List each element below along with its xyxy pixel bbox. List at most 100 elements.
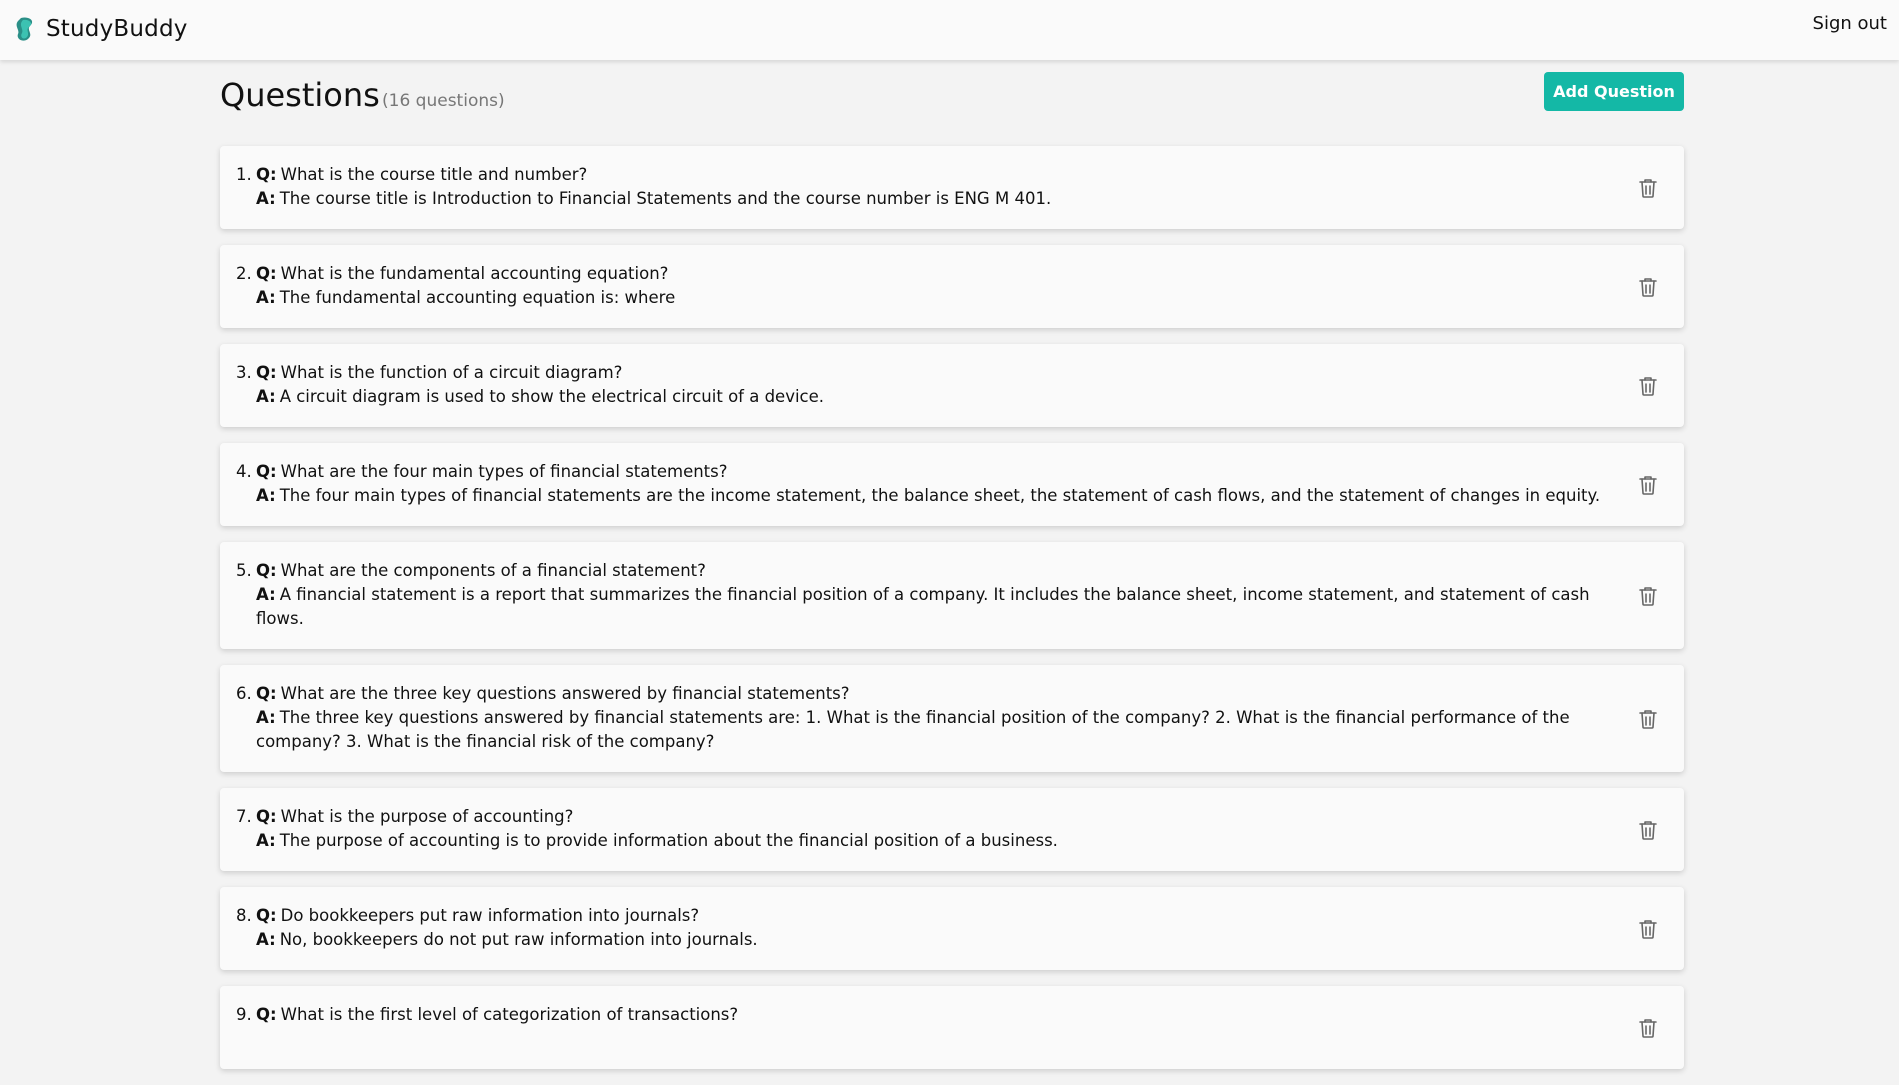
question-card: 4. Q: What are the four main types of fin… bbox=[220, 443, 1684, 526]
question-card: 2. Q: What is the fundamental accounting … bbox=[220, 245, 1684, 328]
answer-label: A: bbox=[256, 189, 276, 208]
question-card: 8. Q: Do bookkeepers put raw information … bbox=[220, 887, 1684, 970]
qa-content: Q: What are the three key questions answe… bbox=[256, 682, 1604, 754]
question-label: Q: bbox=[256, 165, 277, 184]
page-header: Questions (16 questions) Add Question bbox=[220, 60, 1684, 146]
question-number: 6. bbox=[236, 684, 252, 703]
question-line: Q: Do bookkeepers put raw information int… bbox=[256, 904, 1604, 928]
top-navbar: StudyBuddy Sign out bbox=[0, 0, 1899, 60]
answer-line: A: The purpose of accounting is to provid… bbox=[256, 829, 1604, 853]
question-card: 6. Q: What are the three key questions an… bbox=[220, 665, 1684, 772]
qa-content: Q: What is the fundamental accounting equ… bbox=[256, 262, 1604, 310]
question-label: Q: bbox=[256, 363, 277, 382]
question-row: 3. Q: What is the function of a circuit d… bbox=[236, 361, 1604, 409]
question-list: 1. Q: What is the course title and number… bbox=[220, 146, 1684, 1069]
question-number: 2. bbox=[236, 264, 252, 283]
answer-label: A: bbox=[256, 930, 276, 949]
answer-line: A: A financial statement is a report that… bbox=[256, 583, 1604, 631]
question-text: What is the purpose of accounting? bbox=[280, 807, 574, 826]
question-text: What are the three key questions answere… bbox=[280, 684, 850, 703]
qa-content: Q: What is the first level of categorizat… bbox=[256, 1003, 1604, 1051]
answer-label: A: bbox=[256, 708, 276, 727]
question-count: (16 questions) bbox=[382, 91, 505, 111]
question-line: Q: What is the course title and number? bbox=[256, 163, 1604, 187]
qa-content: Q: What are the components of a financial… bbox=[256, 559, 1604, 631]
brand-home-link[interactable]: StudyBuddy bbox=[14, 14, 188, 44]
question-line: Q: What are the three key questions answe… bbox=[256, 682, 1604, 706]
answer-text: The three key questions answered by fina… bbox=[256, 708, 1570, 751]
answer-line: A: A circuit diagram is used to show the … bbox=[256, 385, 1604, 409]
qa-content: Q: What is the course title and number? A… bbox=[256, 163, 1604, 211]
answer-label: A: bbox=[256, 288, 276, 307]
answer-label: A: bbox=[256, 387, 276, 406]
question-row: 2. Q: What is the fundamental accounting … bbox=[236, 262, 1604, 310]
question-row: 8. Q: Do bookkeepers put raw information … bbox=[236, 904, 1604, 952]
question-line: Q: What is the first level of categorizat… bbox=[256, 1003, 1604, 1027]
question-card: 3. Q: What is the function of a circuit d… bbox=[220, 344, 1684, 427]
answer-text: A circuit diagram is used to show the el… bbox=[279, 387, 825, 406]
question-number: 5. bbox=[236, 561, 252, 580]
question-text: What are the components of a financial s… bbox=[280, 561, 706, 580]
question-text: What is the fundamental accounting equat… bbox=[280, 264, 669, 283]
qa-content: Q: What is the function of a circuit diag… bbox=[256, 361, 1604, 409]
question-number: 3. bbox=[236, 363, 252, 382]
trash-icon[interactable] bbox=[1636, 473, 1660, 497]
answer-line: A: No, bookkeepers do not put raw informa… bbox=[256, 928, 1604, 952]
trash-icon[interactable] bbox=[1636, 1016, 1660, 1040]
trash-icon[interactable] bbox=[1636, 818, 1660, 842]
question-line: Q: What are the components of a financial… bbox=[256, 559, 1604, 583]
question-row: 9. Q: What is the first level of categori… bbox=[236, 1003, 1604, 1051]
answer-text: The purpose of accounting is to provide … bbox=[279, 831, 1058, 850]
question-line: Q: What is the purpose of accounting? bbox=[256, 805, 1604, 829]
question-number: 1. bbox=[236, 165, 252, 184]
page-title: Questions bbox=[220, 76, 380, 114]
question-row: 7. Q: What is the purpose of accounting? … bbox=[236, 805, 1604, 853]
question-label: Q: bbox=[256, 684, 277, 703]
question-number: 7. bbox=[236, 807, 252, 826]
question-row: 1. Q: What is the course title and number… bbox=[236, 163, 1604, 211]
question-label: Q: bbox=[256, 906, 277, 925]
add-question-button[interactable]: Add Question bbox=[1544, 72, 1684, 111]
question-row: 4. Q: What are the four main types of fin… bbox=[236, 460, 1604, 508]
question-label: Q: bbox=[256, 264, 277, 283]
question-card: 1. Q: What is the course title and number… bbox=[220, 146, 1684, 229]
answer-line: A: The fundamental accounting equation is… bbox=[256, 286, 1604, 310]
question-card: 5. Q: What are the components of a financ… bbox=[220, 542, 1684, 649]
trash-icon[interactable] bbox=[1636, 917, 1660, 941]
qa-content: Q: What are the four main types of financ… bbox=[256, 460, 1604, 508]
answer-text: The course title is Introduction to Fina… bbox=[279, 189, 1052, 208]
answer-line: A: The course title is Introduction to Fi… bbox=[256, 187, 1604, 211]
answer-text: The four main types of financial stateme… bbox=[279, 486, 1601, 505]
trash-icon[interactable] bbox=[1636, 275, 1660, 299]
question-number: 8. bbox=[236, 906, 252, 925]
brand-name: StudyBuddy bbox=[46, 16, 188, 42]
question-label: Q: bbox=[256, 1005, 277, 1024]
question-text: What is the function of a circuit diagra… bbox=[280, 363, 623, 382]
question-label: Q: bbox=[256, 807, 277, 826]
sign-out-link[interactable]: Sign out bbox=[1813, 13, 1887, 34]
question-number: 4. bbox=[236, 462, 252, 481]
question-row: 6. Q: What are the three key questions an… bbox=[236, 682, 1604, 754]
question-label: Q: bbox=[256, 462, 277, 481]
answer-line: A: The four main types of financial state… bbox=[256, 484, 1604, 508]
question-text: What is the first level of categorizatio… bbox=[280, 1005, 739, 1024]
answer-text: A financial statement is a report that s… bbox=[256, 585, 1590, 628]
trash-icon[interactable] bbox=[1636, 584, 1660, 608]
question-card: 9. Q: What is the first level of categori… bbox=[220, 986, 1684, 1069]
question-card: 7. Q: What is the purpose of accounting? … bbox=[220, 788, 1684, 871]
qa-content: Q: What is the purpose of accounting? A: T… bbox=[256, 805, 1604, 853]
trash-icon[interactable] bbox=[1636, 374, 1660, 398]
trash-icon[interactable] bbox=[1636, 707, 1660, 731]
answer-label: A: bbox=[256, 585, 276, 604]
answer-label: A: bbox=[256, 486, 276, 505]
question-text: What are the four main types of financia… bbox=[280, 462, 728, 481]
question-line: Q: What is the function of a circuit diag… bbox=[256, 361, 1604, 385]
question-line: Q: What are the four main types of financ… bbox=[256, 460, 1604, 484]
trash-icon[interactable] bbox=[1636, 176, 1660, 200]
answer-text: The fundamental accounting equation is: … bbox=[279, 288, 676, 307]
qa-content: Q: Do bookkeepers put raw information int… bbox=[256, 904, 1604, 952]
question-label: Q: bbox=[256, 561, 277, 580]
questions-page: Questions (16 questions) Add Question 1.… bbox=[220, 60, 1684, 1085]
answer-label: A: bbox=[256, 831, 276, 850]
question-text: What is the course title and number? bbox=[280, 165, 588, 184]
